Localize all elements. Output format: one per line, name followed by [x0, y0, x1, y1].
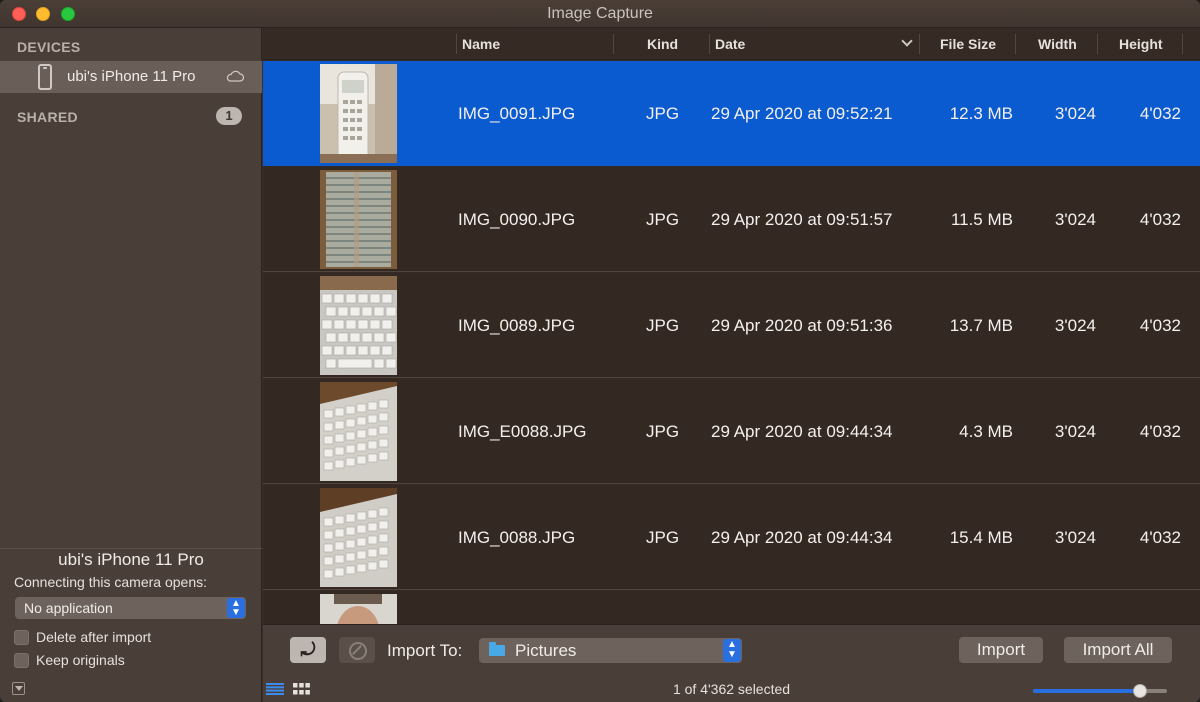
photo-thumbnail	[320, 594, 397, 624]
shared-section-label: SHARED	[17, 109, 78, 125]
phone-icon	[38, 64, 52, 90]
file-date: 29 Apr 2020 at 09:44:34	[711, 528, 893, 547]
photo-thumbnail	[320, 382, 397, 481]
device-info-title: ubi's iPhone 11 Pro	[0, 548, 262, 570]
delete-after-import-label: Delete after import	[36, 629, 152, 645]
folder-icon	[489, 642, 505, 656]
image-width: 3'024	[1054, 528, 1096, 547]
column-divider[interactable]	[1015, 34, 1016, 54]
keep-originals-checkbox[interactable]	[14, 653, 29, 668]
column-header-row: Name Kind Date File Size Width Height	[263, 28, 1200, 60]
import-to-label: Import To:	[387, 641, 463, 660]
table-row[interactable]: IMG_0088.JPG JPG 29 Apr 2020 at 09:44:34…	[263, 485, 1200, 590]
table-row[interactable]	[263, 591, 1200, 624]
image-height: 4'032	[1139, 104, 1181, 123]
file-kind: JPG	[646, 104, 680, 123]
file-date: 29 Apr 2020 at 09:51:57	[711, 210, 893, 229]
delete-after-import-checkbox[interactable]	[14, 630, 29, 645]
photo-thumbnail	[320, 276, 397, 375]
file-date: 29 Apr 2020 at 09:44:34	[711, 422, 893, 441]
thumbnail-size-slider[interactable]	[1033, 684, 1167, 698]
column-header-file-size[interactable]: File Size	[940, 36, 996, 52]
camera-opens-label: Connecting this camera opens:	[14, 574, 207, 590]
sidebar-item-device[interactable]: ubi's iPhone 11 Pro	[0, 61, 262, 93]
file-kind: JPG	[646, 210, 680, 229]
image-height: 4'032	[1139, 528, 1181, 547]
column-divider[interactable]	[1182, 34, 1183, 54]
file-size: 12.3 MB	[949, 104, 1013, 123]
file-date: 29 Apr 2020 at 09:51:36	[711, 316, 893, 335]
image-width: 3'024	[1054, 210, 1096, 229]
file-size: 15.4 MB	[949, 528, 1013, 547]
table-row[interactable]: IMG_E0088.JPG JPG 29 Apr 2020 at 09:44:3…	[263, 379, 1200, 484]
slider-knob[interactable]	[1133, 684, 1147, 698]
column-header-kind[interactable]: Kind	[647, 36, 678, 52]
import-destination-value: Pictures	[515, 641, 577, 660]
bottom-toolbar: ⤾ Import To: Pictures ▲ ▼ Import Import A…	[263, 624, 1200, 702]
file-name: IMG_0090.JPG	[458, 210, 576, 229]
slider-fill	[1033, 689, 1140, 693]
image-height: 4'032	[1139, 210, 1181, 229]
table-row[interactable]: IMG_0090.JPG JPG 29 Apr 2020 at 09:51:57…	[263, 167, 1200, 272]
camera-opens-select[interactable]: No application ▲ ▼	[15, 597, 246, 619]
keep-originals-label: Keep originals	[36, 652, 125, 668]
column-divider[interactable]	[1097, 34, 1098, 54]
column-header-name[interactable]: Name	[462, 36, 500, 52]
column-divider[interactable]	[613, 34, 614, 54]
file-name: IMG_E0088.JPG	[458, 422, 587, 441]
column-divider[interactable]	[919, 34, 920, 54]
photo-thumbnail	[320, 170, 397, 269]
cloud-icon	[226, 70, 244, 82]
import-all-button[interactable]: Import All	[1064, 637, 1172, 663]
photo-thumbnail	[320, 64, 397, 163]
image-width: 3'024	[1054, 316, 1096, 335]
device-name: ubi's iPhone 11 Pro	[67, 68, 196, 85]
file-date: 29 Apr 2020 at 09:52:21	[711, 104, 893, 123]
file-list: Name Kind Date File Size Width Height IM…	[263, 28, 1200, 624]
file-kind: JPG	[646, 422, 680, 441]
devices-section-label: DEVICES	[17, 39, 81, 55]
file-kind: JPG	[646, 528, 680, 547]
file-size: 11.5 MB	[950, 210, 1013, 229]
window-title: Image Capture	[547, 5, 653, 22]
image-capture-window: Image Capture DEVICES ubi's iPhone 11 Pr…	[0, 0, 1200, 702]
file-size: 13.7 MB	[949, 316, 1013, 335]
up-down-arrows-icon: ▲ ▼	[723, 639, 741, 662]
column-header-width[interactable]: Width	[1038, 36, 1077, 52]
chevron-down-icon	[901, 35, 913, 47]
file-size: 4.3 MB	[959, 422, 1013, 441]
file-name: IMG_0089.JPG	[458, 316, 576, 335]
up-down-arrows-icon: ▲ ▼	[227, 598, 245, 618]
file-kind: JPG	[646, 316, 680, 335]
import-button[interactable]: Import	[959, 637, 1043, 663]
image-height: 4'032	[1139, 316, 1181, 335]
rotate-left-button[interactable]: ⤾	[290, 637, 326, 663]
image-width: 3'024	[1054, 104, 1096, 123]
import-destination-select[interactable]: Pictures ▲ ▼	[479, 638, 742, 663]
camera-opens-value: No application	[24, 600, 113, 616]
column-header-height[interactable]: Height	[1119, 36, 1163, 52]
column-divider[interactable]	[456, 34, 457, 54]
sidebar-disclosure-button[interactable]	[12, 682, 25, 695]
delete-button[interactable]	[339, 637, 375, 663]
photo-thumbnail	[320, 488, 397, 587]
column-header-date[interactable]: Date	[715, 36, 745, 52]
table-row[interactable]: IMG_0089.JPG JPG 29 Apr 2020 at 09:51:36…	[263, 273, 1200, 378]
file-name: IMG_0088.JPG	[458, 528, 576, 547]
column-divider[interactable]	[709, 34, 710, 54]
image-height: 4'032	[1139, 422, 1181, 441]
image-width: 3'024	[1054, 422, 1096, 441]
shared-count-badge: 1	[216, 107, 242, 125]
table-row[interactable]: IMG_0091.JPG JPG 29 Apr 2020 at 09:52:21…	[263, 61, 1200, 166]
title-bar: Image Capture	[0, 0, 1200, 28]
file-name: IMG_0091.JPG	[458, 104, 576, 123]
sidebar: DEVICES ubi's iPhone 11 Pro SHARED 1 ubi…	[0, 28, 262, 702]
